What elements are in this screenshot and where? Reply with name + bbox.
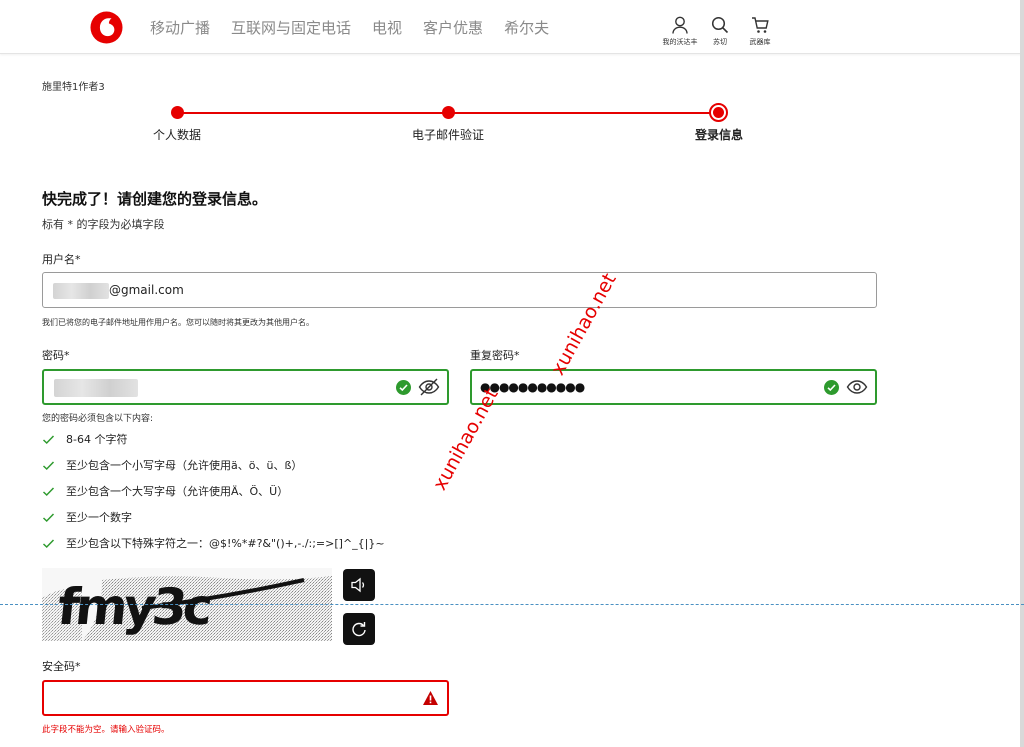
- captcha-refresh-button[interactable]: [343, 613, 375, 645]
- requirement-special: 至少包含以下特殊字符之一：@$!%*#?&"()+,-./:;=>[]^_{|}…: [42, 535, 385, 551]
- security-code-label: 安全码*: [42, 660, 81, 673]
- check-icon: [42, 486, 55, 496]
- security-code-error: 此字段不能为空。请输入验证码。: [42, 725, 170, 735]
- cart-label: 武器库: [749, 38, 771, 46]
- step-label-email: 电子邮件验证: [411, 128, 484, 142]
- requirement-text: 至少一个数字: [66, 511, 132, 524]
- cart-icon: [752, 17, 769, 33]
- refresh-icon: [352, 622, 366, 637]
- requirement-text: 至少包含一个小写字母（允许使用ä、ö、ü、ß）: [66, 459, 303, 472]
- password-label: 密码*: [42, 349, 70, 362]
- requirement-length: 8-64 个字符: [42, 431, 127, 447]
- search-icon: [711, 16, 729, 34]
- captcha-text: fmy3c: [55, 577, 213, 636]
- nav-internet[interactable]: 互联网与固定电话: [231, 17, 351, 38]
- password-valid-icon: [396, 380, 411, 395]
- check-icon: [42, 512, 55, 522]
- vodafone-logo[interactable]: [90, 11, 123, 44]
- username-help: 我们已将您的电子邮件地址用作用户名。您可以随时将其更改为其他用户名。: [42, 318, 314, 327]
- main-nav: 移动广播 互联网与固定电话 电视 客户优惠 希尔夫: [150, 17, 549, 38]
- nav-tv[interactable]: 电视: [372, 17, 402, 38]
- repeat-password-label: 重复密码*: [470, 349, 520, 362]
- required-note: 标有 * 的字段为必填字段: [42, 218, 165, 231]
- nav-offers[interactable]: 客户优惠: [423, 17, 483, 38]
- site-header: 移动广播 互联网与固定电话 电视 客户优惠 希尔夫 我的沃达丰 苏切 武器库: [0, 0, 1024, 54]
- username-value: @gmail.com: [109, 283, 184, 297]
- requirement-text: 8-64 个字符: [66, 433, 128, 446]
- speaker-icon: [351, 577, 365, 593]
- person-icon: [672, 16, 688, 34]
- check-icon: [42, 538, 55, 548]
- step-label-login: 登录信息: [694, 128, 743, 142]
- requirement-digit: 至少一个数字: [42, 509, 132, 525]
- eye-icon[interactable]: [846, 377, 868, 397]
- password-input[interactable]: [42, 369, 449, 405]
- eye-off-icon[interactable]: [418, 377, 440, 397]
- step-label-personal: 个人数据: [152, 128, 201, 142]
- check-icon: [42, 434, 55, 444]
- breadcrumb: 施里特1作者3: [42, 82, 105, 93]
- captcha-audio-button[interactable]: [343, 569, 375, 601]
- requirement-lowercase: 至少包含一个小写字母（允许使用ä、ö、ü、ß）: [42, 457, 302, 473]
- repeat-password-valid-icon: [824, 380, 839, 395]
- repeat-password-input[interactable]: ●●●●●●●●●●●: [470, 369, 877, 405]
- nav-help[interactable]: 希尔夫: [504, 17, 549, 38]
- nav-mobile[interactable]: 移动广播: [150, 17, 210, 38]
- step-dot-3-active: [709, 103, 728, 122]
- requirement-text: 至少包含一个大写字母（允许使用Ä、Ö、Ü）: [66, 485, 289, 498]
- username-redacted: [53, 283, 109, 299]
- requirement-text: 至少包含以下特殊字符之一：@$!%*#?&"()+,-./:;=>[]^_{|}…: [66, 537, 385, 550]
- check-icon: [42, 460, 55, 470]
- security-code-input[interactable]: [42, 680, 449, 716]
- page-edge: [1020, 0, 1024, 747]
- requirement-uppercase: 至少包含一个大写字母（允许使用Ä、Ö、Ü）: [42, 483, 288, 499]
- page-title: 快完成了！请创建您的登录信息。: [42, 190, 268, 208]
- cart-link[interactable]: 武器库: [730, 16, 790, 47]
- password-redacted: [54, 379, 138, 397]
- username-input[interactable]: @gmail.com: [42, 272, 877, 308]
- username-label: 用户名*: [42, 253, 81, 266]
- password-requirements-heading: 您的密码必须包含以下内容:: [42, 414, 154, 424]
- guide-line: [0, 604, 1024, 605]
- warning-icon: [423, 691, 438, 705]
- step-dot-1: [171, 106, 184, 119]
- step-dot-2: [442, 106, 455, 119]
